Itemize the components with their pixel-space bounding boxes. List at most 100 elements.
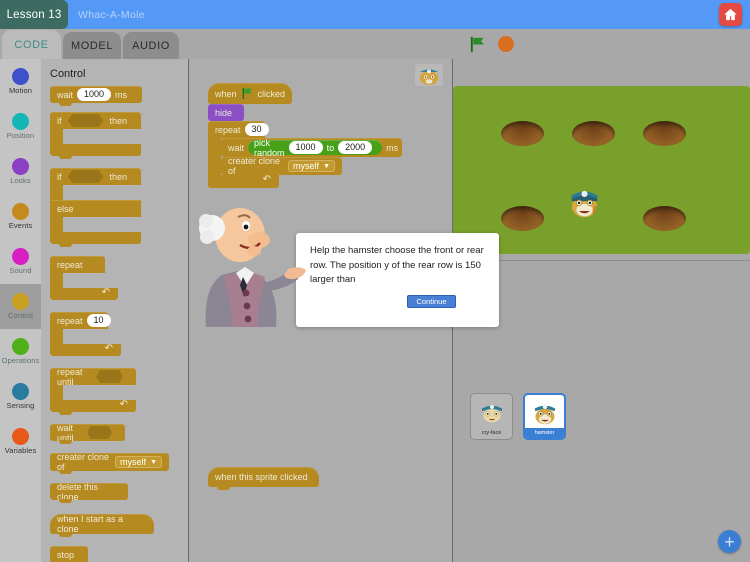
palette-block-when-clone-start[interactable]: when I start as a clone [50,514,154,537]
block-label: hide [215,107,233,118]
operator-label: pick random [254,137,285,158]
stage-hole [643,121,686,146]
block-nub [59,499,72,503]
operator-label-to: to [326,142,335,153]
category-label: Motion [8,86,33,95]
palette-block-delete-clone[interactable]: delete this clone [50,482,128,503]
category-position[interactable]: Position [0,104,41,149]
category-events[interactable]: Events [0,194,41,239]
sprite-tile-cry-face[interactable]: cry-face [470,393,513,440]
script-stack-1[interactable]: when clicked hide repeat 30 wait pick ra… [208,83,402,188]
category-operations[interactable]: Operations [0,329,41,374]
block-label: repeat [215,124,241,135]
block-label: repeat [57,315,83,326]
continue-button[interactable]: Continue [407,295,456,308]
block-unit: ms [386,142,399,153]
category-motion[interactable]: Motion [0,59,41,104]
sprite-name: cry-face [481,430,502,436]
category-rail: Motion Position Looks Events Sound Contr… [0,59,41,562]
category-control[interactable]: Control [0,284,41,329]
canvas-sprite-badge [415,64,443,86]
palette-block-repeat-count[interactable]: repeat 10 ↶ [50,312,188,356]
c-middle-else: else [50,200,141,217]
tutor-dialog: Help the hamster choose the front or rea… [296,233,499,327]
project-title: Whac-A-Mole [78,8,145,21]
palette-section-control: Control [50,68,86,80]
block-label: wait [57,89,74,100]
palette-block-repeat-until[interactable]: repeat until ↶ [50,366,188,415]
category-looks[interactable]: Looks [0,149,41,194]
c-arm [50,385,63,400]
sprite-tile-hamster[interactable]: hamster [523,393,566,440]
category-label: Variables [4,446,37,455]
clone-target-dropdown[interactable]: myself ▼ [288,160,335,172]
wait-value-input[interactable]: 1000 [77,88,112,101]
repeat-count-input[interactable]: 10 [86,314,111,327]
green-flag-icon [241,87,254,100]
stop-button[interactable] [498,36,514,52]
c-arm [50,185,63,200]
repeat-count-input[interactable]: 30 [244,123,269,136]
category-label: Position [6,131,35,140]
stage-hole [643,206,686,231]
random-to-input[interactable]: 2000 [338,141,373,154]
category-label: Looks [10,176,31,185]
condition-slot[interactable] [67,170,104,183]
tutor-character [180,193,310,328]
operator-pick-random[interactable]: pick random 1000 to 2000 [248,137,383,158]
stage-hole [572,121,615,146]
operations-dot [12,338,29,355]
tab-audio[interactable]: AUDIO [123,32,179,59]
script-block-repeat[interactable]: repeat 30 wait pick random 1000 to 2000 [208,121,402,188]
condition-slot[interactable] [87,426,112,439]
palette-block-if-then-else[interactable]: if then else [50,168,188,247]
block-label: when I start as a clone [57,514,124,534]
script-block-when-flag-clicked[interactable]: when clicked [208,83,292,107]
tab-code[interactable]: CODE [2,30,61,59]
script-block-create-clone[interactable]: creater clone of myself ▼ [221,156,342,176]
loop-arrow-icon: ↶ [101,287,110,298]
top-bar: Lesson 13 Whac-A-Mole [0,0,750,29]
palette-block-stop[interactable]: stop [50,546,88,562]
block-palette[interactable]: Control wait 1000 ms if then if then els… [41,59,189,562]
palette-block-repeat-forever[interactable]: repeat ↶ [50,256,188,300]
palette-block-create-clone[interactable]: creater clone of myself ▼ [50,452,169,474]
script-block-hide[interactable]: hide [208,104,244,124]
stage[interactable] [453,86,750,254]
hamster-sprite-icon [420,69,438,85]
condition-slot[interactable] [67,114,104,127]
home-button[interactable] [719,3,742,26]
script-block-wait-random[interactable]: wait pick random 1000 to 2000 ms [221,137,402,158]
category-sound[interactable]: Sound [0,239,41,284]
palette-block-if-then[interactable]: if then [50,112,188,159]
random-from-input[interactable]: 1000 [288,141,323,154]
block-label-clicked: clicked [257,88,286,99]
category-label: Sound [9,266,32,275]
category-sensing[interactable]: Sensing [0,374,41,419]
green-flag-button[interactable] [468,35,487,54]
block-label: creater clone of [228,156,281,176]
motion-dot [12,68,29,85]
variables-dot [12,428,29,445]
palette-block-wait-until[interactable]: wait until [50,423,125,444]
add-sprite-button[interactable]: + [718,530,741,553]
category-variables[interactable]: Variables [0,419,41,464]
condition-slot[interactable] [96,370,123,383]
hamster-sprite-icon [571,190,598,218]
events-dot [12,203,29,220]
green-flag-icon [470,36,485,52]
stage-mole-sprite[interactable] [566,184,603,220]
lesson-chip[interactable]: Lesson 13 [0,0,68,29]
block-unit: ms [115,89,128,100]
block-label: when [215,88,237,99]
inner-stack[interactable]: wait pick random 1000 to 2000 ms creater… [221,137,402,176]
palette-block-wait[interactable]: wait 1000 ms [50,86,142,106]
script-stack-2[interactable]: when this sprite clicked [208,467,319,490]
tab-model[interactable]: MODEL [63,32,121,59]
c-bottom: ↶ [50,343,121,356]
block-label-else: else [57,203,74,214]
script-block-when-sprite-clicked[interactable]: when this sprite clicked [208,467,319,490]
block-label: creater clone of [57,452,110,472]
clone-target-dropdown[interactable]: myself ▼ [115,456,162,468]
block-label: repeat until [57,366,83,387]
